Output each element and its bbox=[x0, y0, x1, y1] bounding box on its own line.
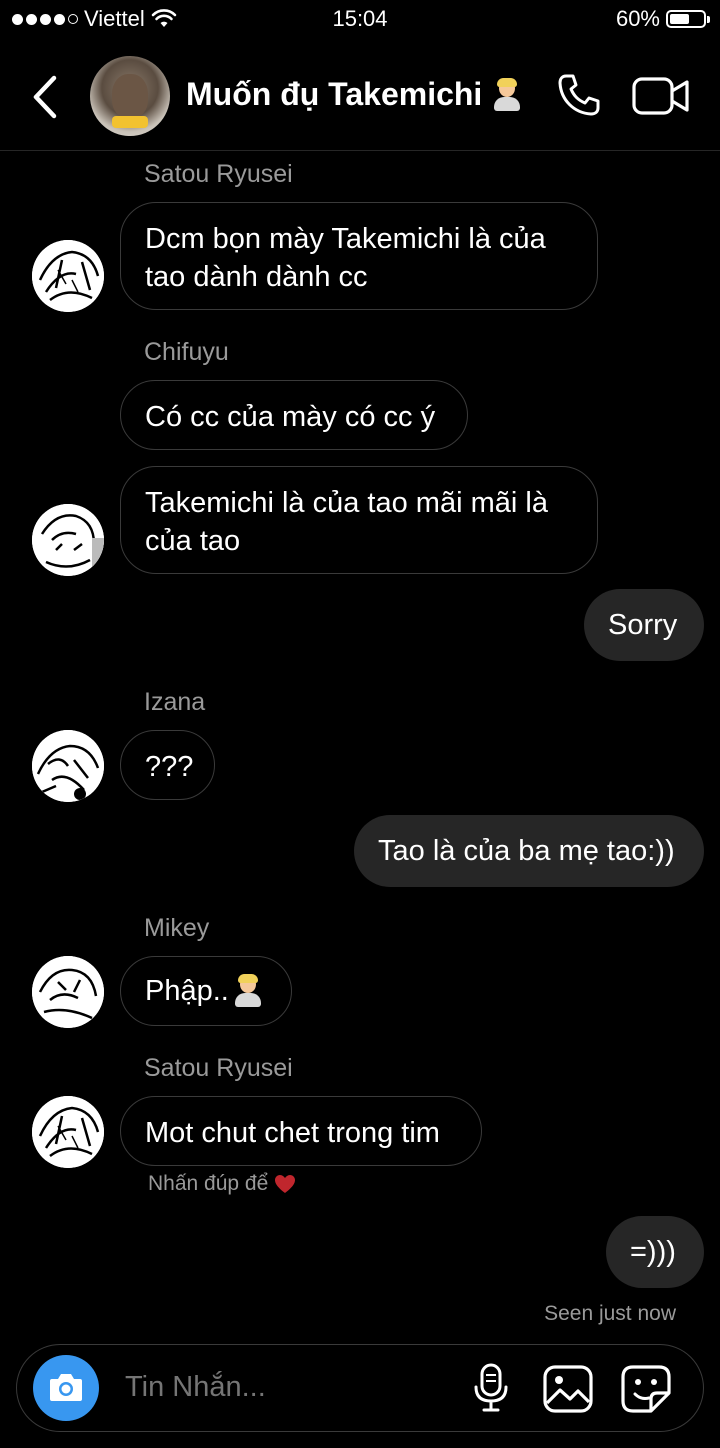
status-bar: Viettel 15:04 60% bbox=[0, 0, 720, 44]
sticker-icon[interactable] bbox=[621, 1365, 671, 1413]
hint-text: Nhấn đúp để bbox=[148, 1172, 269, 1195]
incoming-message-bubble[interactable]: ??? bbox=[120, 730, 215, 800]
person-emoji-icon bbox=[492, 77, 522, 112]
gallery-icon[interactable] bbox=[543, 1365, 593, 1413]
back-chevron-icon[interactable] bbox=[26, 72, 66, 122]
sender-name: Satou Ryusei bbox=[144, 1054, 293, 1082]
video-camera-icon[interactable] bbox=[632, 76, 690, 116]
avatar[interactable] bbox=[32, 1096, 104, 1168]
camera-button[interactable] bbox=[33, 1355, 99, 1421]
chat-title[interactable]: Muốn đụ Takemichi bbox=[186, 76, 522, 113]
avatar[interactable] bbox=[32, 504, 104, 576]
outgoing-message-bubble[interactable]: Tao là của ba mẹ tao:)) bbox=[354, 815, 704, 887]
message-text: Phập.. bbox=[145, 975, 229, 1007]
sender-name: Mikey bbox=[144, 914, 210, 942]
incoming-message-bubble[interactable]: Có cc của mày có cc ý bbox=[120, 380, 468, 450]
double-tap-to-like-hint: Nhấn đúp để bbox=[148, 1172, 296, 1196]
incoming-message-bubble[interactable]: Mot chut chet trong tim bbox=[120, 1096, 482, 1166]
phone-icon[interactable] bbox=[556, 72, 602, 118]
battery-percent: 60% bbox=[615, 6, 660, 31]
incoming-message-bubble[interactable]: Dcm bọn mày Takemichi là của tao dành dà… bbox=[120, 202, 598, 310]
sender-name: Satou Ryusei bbox=[144, 160, 293, 188]
message-input[interactable] bbox=[125, 1371, 445, 1404]
sender-name: Chifuyu bbox=[144, 338, 229, 366]
battery-group: 60% bbox=[615, 6, 710, 32]
clock: 15:04 bbox=[332, 6, 388, 31]
heart-icon bbox=[275, 1175, 296, 1194]
avatar[interactable] bbox=[32, 730, 104, 802]
seen-status: Seen just now bbox=[544, 1302, 676, 1325]
message-composer bbox=[16, 1344, 704, 1432]
person-emoji-icon bbox=[233, 974, 263, 1008]
group-avatar[interactable] bbox=[90, 56, 170, 136]
chat-title-text: Muốn đụ Takemichi bbox=[186, 76, 483, 112]
incoming-message-bubble[interactable]: Phập.. bbox=[120, 956, 292, 1026]
microphone-icon[interactable] bbox=[473, 1363, 509, 1413]
battery-icon bbox=[666, 10, 710, 28]
chat-header: Muốn đụ Takemichi bbox=[0, 44, 720, 151]
avatar[interactable] bbox=[32, 240, 104, 312]
sender-name: Izana bbox=[144, 688, 206, 716]
outgoing-message-bubble[interactable]: Sorry bbox=[584, 589, 704, 661]
incoming-message-bubble[interactable]: Takemichi là của tao mãi mãi là của tao bbox=[120, 466, 598, 574]
avatar[interactable] bbox=[32, 956, 104, 1028]
camera-icon bbox=[50, 1374, 82, 1401]
outgoing-message-bubble[interactable]: =))) bbox=[606, 1216, 704, 1288]
